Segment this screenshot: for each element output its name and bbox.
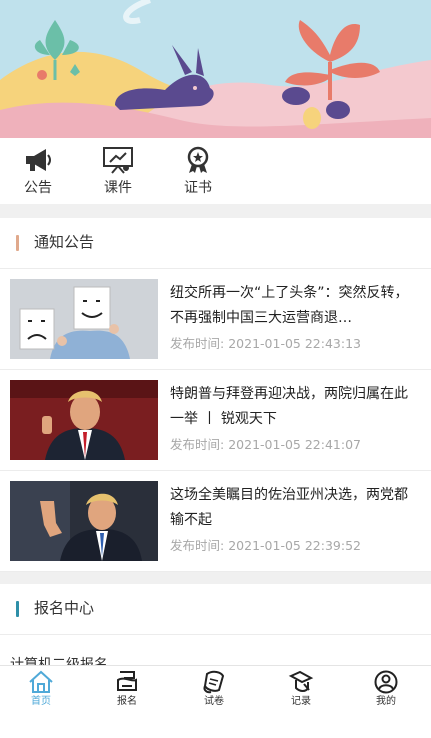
section-title: 通知公告 (34, 233, 95, 251)
header-divider (0, 634, 431, 635)
publish-time-label: 发布时间: (170, 336, 225, 351)
tab-signup[interactable]: 报名 (97, 670, 157, 708)
quick-link-label: 公告 (24, 180, 52, 196)
megaphone-icon (26, 149, 51, 171)
signup-list-item[interactable]: 计算机二级报名 (10, 655, 108, 665)
tab-exam-paper[interactable]: 试卷 (184, 670, 244, 708)
section-accent-bar (16, 235, 19, 251)
record-icon (288, 670, 314, 692)
signup-section-header: 报名中心 (0, 584, 431, 634)
signup-icon (117, 671, 137, 691)
publish-time-value: 2021-01-05 22:43:13 (228, 336, 361, 351)
publish-time-label: 发布时间: (170, 437, 225, 452)
section-accent-bar (16, 601, 19, 617)
quick-link-announcement[interactable]: 公告 (8, 146, 68, 196)
news-item[interactable]: 这场全美瞩目的佐治亚州决选，两党都输不起 发布时间: 2021-01-05 22:… (0, 471, 431, 572)
certificate-icon (187, 146, 209, 173)
banner-illustration (0, 0, 431, 138)
exam-paper-icon (203, 670, 225, 694)
news-item[interactable]: 特朗普与拜登再迎决战，两院归属在此一举 丨 锐观天下 发布时间: 2021-01-… (0, 370, 431, 471)
tab-label: 记录 (291, 696, 311, 707)
tab-home[interactable]: 首页 (11, 670, 71, 708)
section-divider (0, 572, 431, 584)
news-thumbnail (10, 380, 158, 460)
section-title: 报名中心 (34, 599, 95, 617)
home-icon (29, 670, 53, 693)
news-item[interactable]: 纽交所再一次“上了头条”：突然反转，不再强制中国三大运营商退… 发布时间: 202… (0, 269, 431, 370)
publish-time-value: 2021-01-05 22:39:52 (228, 538, 361, 553)
news-thumbnail (10, 279, 158, 359)
publish-time-label: 发布时间: (170, 538, 225, 553)
quick-link-courseware[interactable]: 课件 (88, 146, 148, 196)
quick-link-certificate[interactable]: 证书 (168, 146, 228, 196)
tab-record[interactable]: 记录 (271, 670, 331, 708)
tab-label: 试卷 (204, 696, 224, 707)
quick-link-label: 课件 (104, 180, 132, 196)
publish-time-value: 2021-01-05 22:41:07 (228, 437, 361, 452)
news-publish-time: 发布时间: 2021-01-05 22:39:52 (170, 537, 365, 555)
news-publish-time: 发布时间: 2021-01-05 22:41:07 (170, 436, 365, 454)
quick-link-label: 证书 (184, 180, 212, 196)
tab-label: 首页 (31, 696, 51, 707)
news-headline: 特朗普与拜登再迎决战，两院归属在此一举 丨 锐观天下 (170, 386, 408, 427)
news-thumbnail (10, 481, 158, 561)
tab-label: 报名 (117, 696, 137, 707)
bottom-tab-bar: 首页 报名 试卷 记录 我的 (0, 665, 431, 738)
quick-links: 公告 课件 证书 (0, 138, 431, 204)
courseware-icon (103, 147, 133, 174)
tab-label: 我的 (376, 696, 396, 707)
tab-profile[interactable]: 我的 (356, 670, 416, 708)
news-headline: 这场全美瞩目的佐治亚州决选，两党都输不起 (170, 487, 408, 528)
news-publish-time: 发布时间: 2021-01-05 22:43:13 (170, 335, 365, 353)
notice-section-header: 通知公告 (0, 218, 431, 268)
news-headline: 纽交所再一次“上了头条”：突然反转，不再强制中国三大运营商退… (170, 285, 409, 326)
profile-icon (374, 670, 398, 694)
section-divider (0, 204, 431, 218)
top-banner[interactable] (0, 0, 431, 138)
